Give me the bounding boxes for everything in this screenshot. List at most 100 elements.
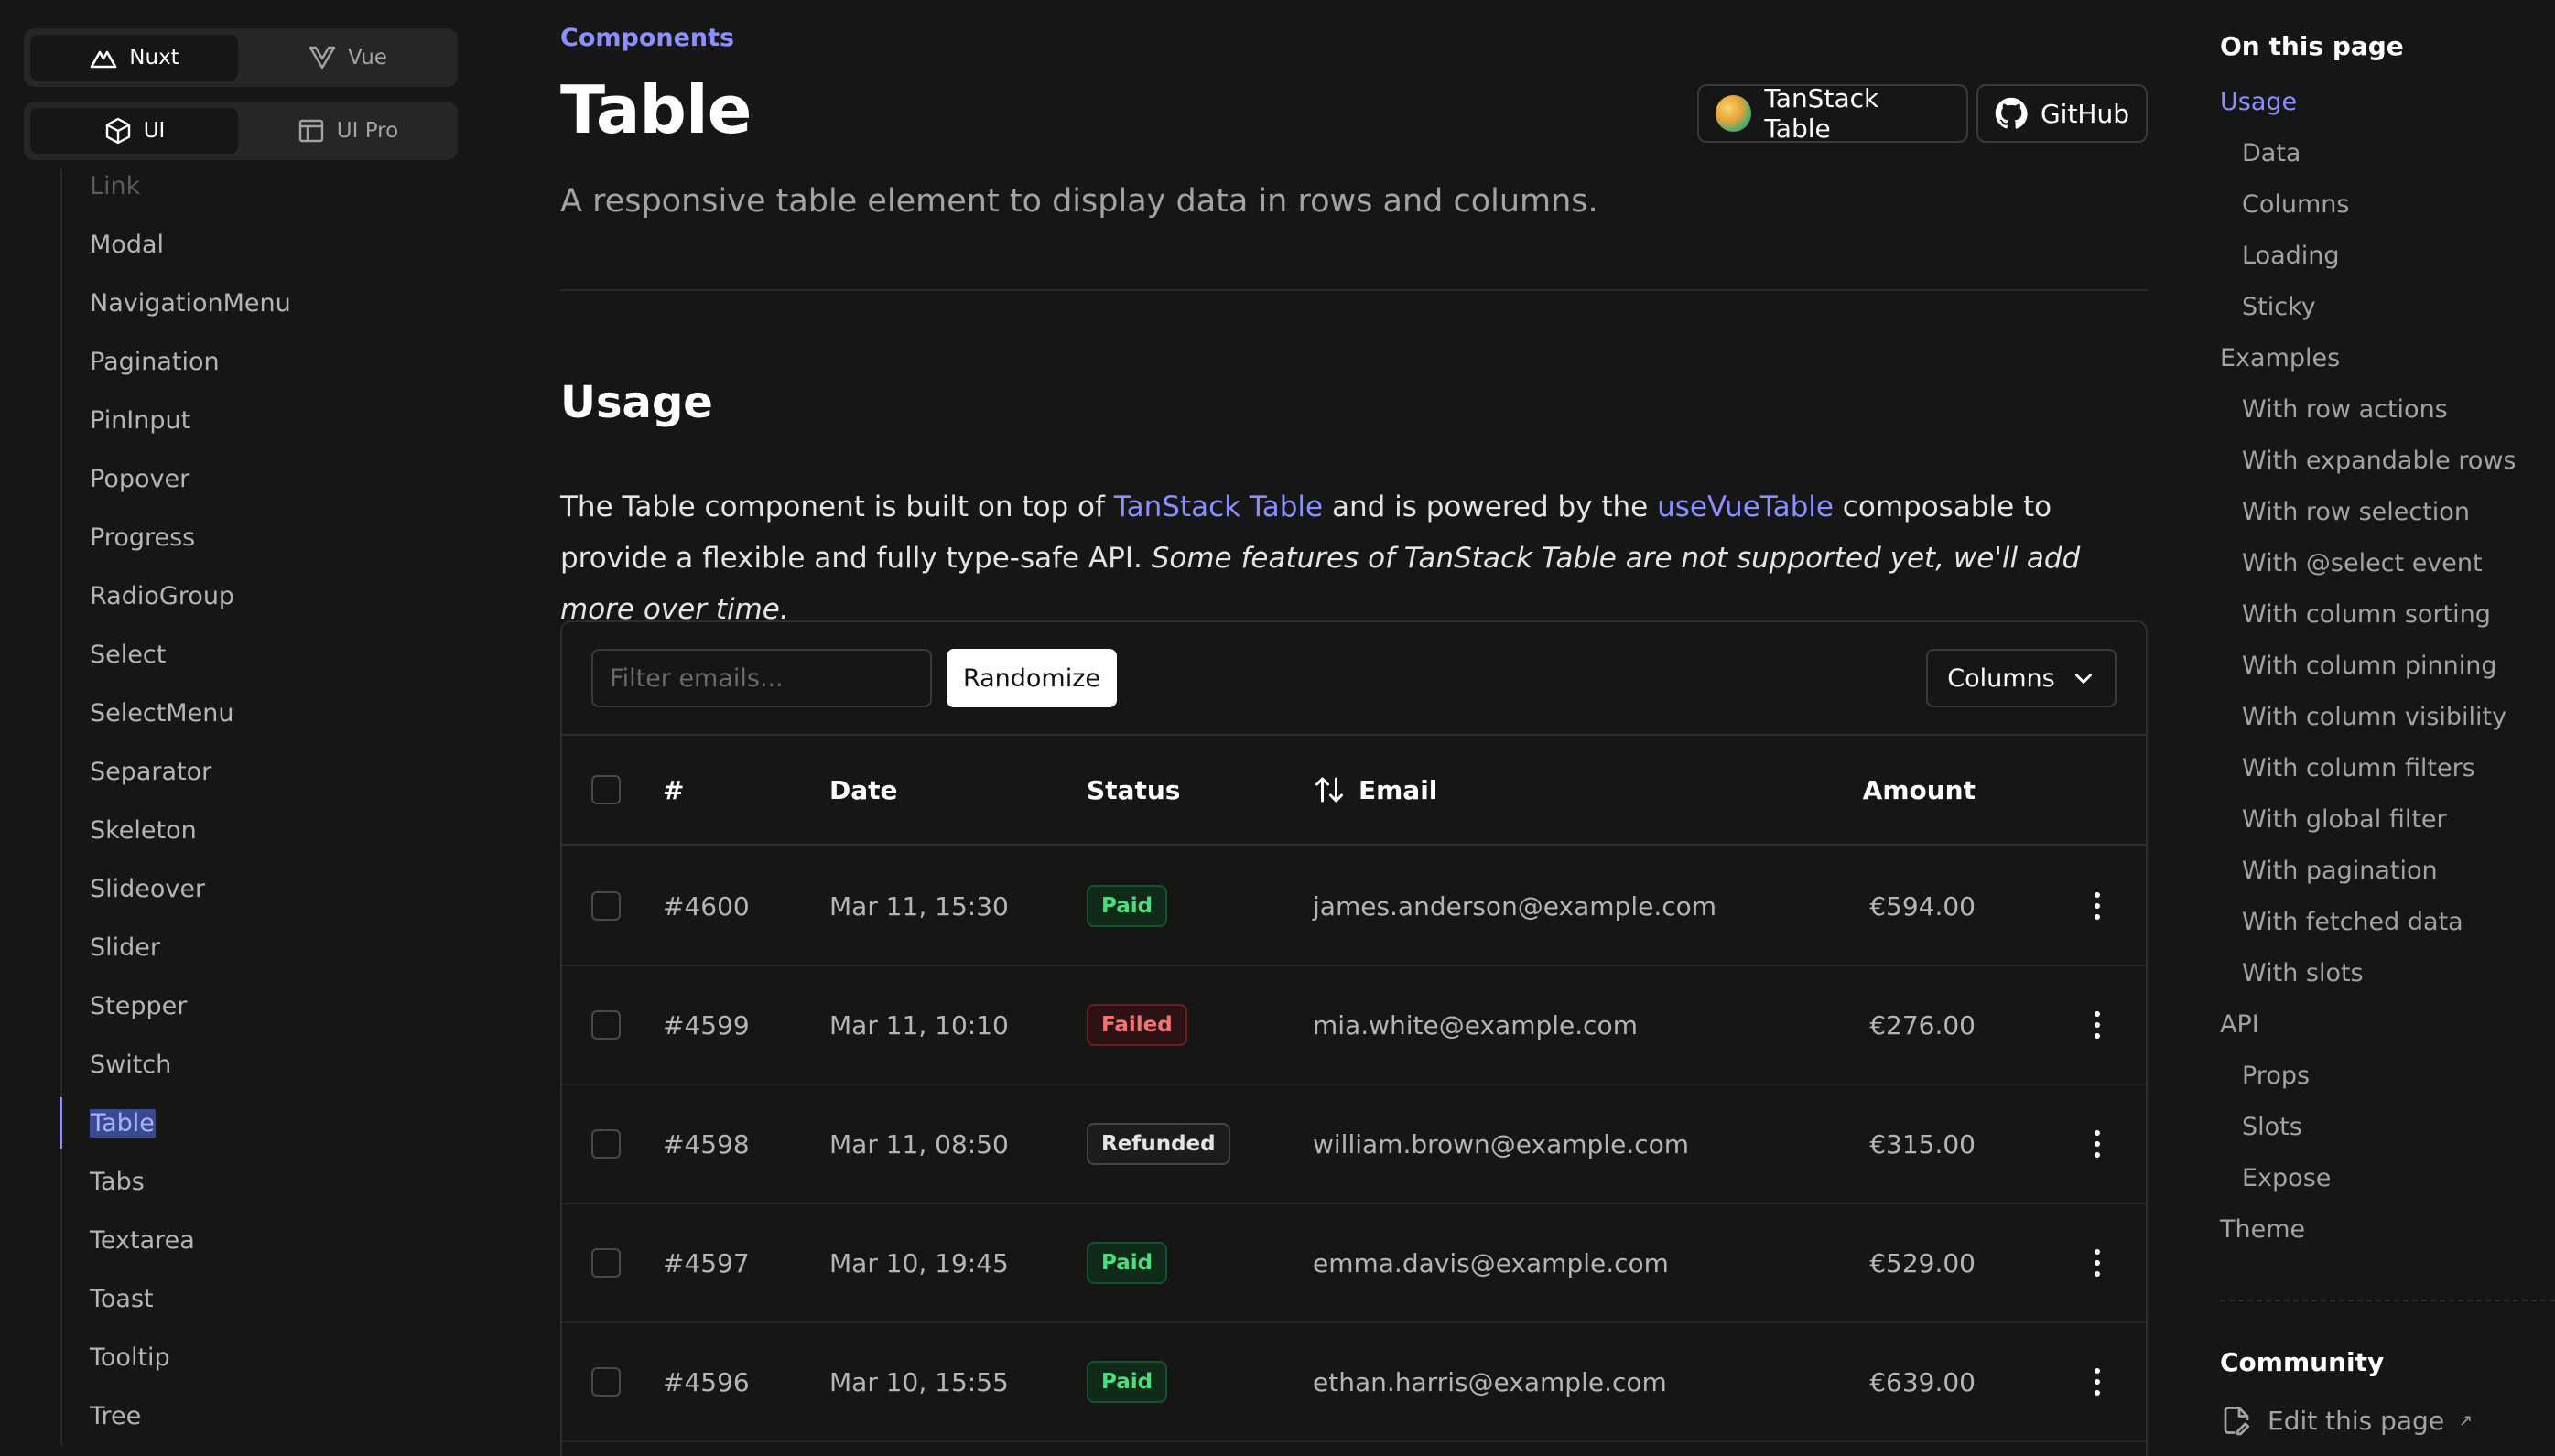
- table-row[interactable]: #4600 Mar 11, 15:30 Paid james.anderson@exa…: [562, 847, 2146, 966]
- toc-item-with-column-visibility[interactable]: With column visibility: [2242, 700, 2506, 735]
- sidebar-item-separator[interactable]: Separator: [90, 754, 211, 791]
- tanstack-table-link[interactable]: TanStack Table: [1697, 83, 1968, 144]
- product-ui-button[interactable]: UI: [30, 108, 238, 154]
- sidebar-item-stepper[interactable]: Stepper: [90, 988, 187, 1025]
- toc-item-with-column-pinning[interactable]: With column pinning: [2242, 649, 2496, 684]
- row-amount: €529.00: [1869, 1247, 1976, 1278]
- row-actions-button[interactable]: [2095, 1323, 2100, 1440]
- usevuetable-link[interactable]: useVueTable: [1657, 491, 1834, 523]
- sidebar-item-label: RadioGroup: [90, 582, 235, 610]
- toc-item-with-column-sorting[interactable]: With column sorting: [2242, 598, 2491, 632]
- header-email: Email: [1359, 774, 1438, 805]
- vue-icon: [309, 46, 336, 70]
- row-checkbox[interactable]: [591, 1129, 621, 1159]
- sidebar-item-label: Select: [90, 641, 167, 669]
- row-select-cell: [591, 1323, 621, 1440]
- sidebar-item-slideover[interactable]: Slideover: [90, 871, 205, 908]
- sidebar-item-toast[interactable]: Toast: [90, 1281, 154, 1318]
- toc-item-sticky[interactable]: Sticky: [2242, 290, 2316, 325]
- table-row[interactable]: #4599 Mar 11, 10:10 Failed mia.white@exampl…: [562, 966, 2146, 1085]
- toc-item-with-select-event[interactable]: With @select event: [2242, 546, 2483, 581]
- sidebar-item-tree[interactable]: Tree: [90, 1398, 141, 1435]
- sidebar-item-switch[interactable]: Switch: [90, 1047, 171, 1084]
- edit-this-page-link[interactable]: Edit this page ↗: [2220, 1404, 2473, 1437]
- sidebar-item-tooltip[interactable]: Tooltip: [90, 1340, 170, 1376]
- columns-dropdown-label: Columns: [1947, 663, 2055, 693]
- toc-item-props[interactable]: Props: [2242, 1059, 2310, 1094]
- toc-item-data[interactable]: Data: [2242, 136, 2301, 171]
- sidebar-item-label: Tooltip: [90, 1343, 170, 1372]
- row-checkbox[interactable]: [591, 1010, 621, 1040]
- row-checkbox[interactable]: [591, 891, 621, 921]
- toc-item-api[interactable]: API: [2220, 1008, 2259, 1042]
- toc-item-with-column-filters[interactable]: With column filters: [2242, 751, 2475, 786]
- tanstack-table-inline-link[interactable]: TanStack Table: [1114, 491, 1323, 523]
- toc-item-columns[interactable]: Columns: [2242, 188, 2349, 222]
- row-status-cell: Paid: [1087, 1204, 1168, 1321]
- breadcrumb[interactable]: Components: [560, 24, 734, 52]
- table-row[interactable]: #4597 Mar 10, 19:45 Paid emma.davis@example…: [562, 1204, 2146, 1323]
- usage-text-2: and is powered by the: [1323, 491, 1658, 523]
- filter-emails-input[interactable]: [591, 649, 932, 707]
- sidebar-item-label: Textarea: [90, 1226, 195, 1255]
- table-row[interactable]: #4598 Mar 11, 08:50 Refunded william.brown@…: [562, 1085, 2146, 1204]
- row-select-cell: [591, 847, 621, 965]
- sidebar-item-label: PinInput: [90, 406, 191, 435]
- sidebar-item-slider[interactable]: Slider: [90, 930, 160, 966]
- row-email: william.brown@example.com: [1313, 1128, 1690, 1159]
- toc-item-loading[interactable]: Loading: [2242, 239, 2340, 274]
- sidebar-item-textarea[interactable]: Textarea: [90, 1223, 195, 1259]
- sidebar-item-popover[interactable]: Popover: [90, 461, 189, 498]
- select-all-checkbox[interactable]: [591, 775, 621, 804]
- toc-item-slots[interactable]: Slots: [2242, 1110, 2302, 1145]
- row-email: ethan.harris@example.com: [1313, 1366, 1667, 1397]
- sidebar-item-modal[interactable]: Modal: [90, 227, 164, 264]
- sidebar-item-pininput[interactable]: PinInput: [90, 403, 190, 439]
- table-row[interactable]: #4596 Mar 10, 15:55 Paid ethan.harris@examp…: [562, 1323, 2146, 1442]
- toc-item-with-pagination[interactable]: With pagination: [2242, 854, 2438, 889]
- toc-item-usage[interactable]: Usage: [2220, 85, 2297, 120]
- framework-vue-button[interactable]: Vue: [244, 35, 451, 81]
- header-email-sort-button[interactable]: Email: [1313, 736, 1437, 844]
- chevron-down-icon: [2074, 674, 2092, 684]
- sidebar-item-link[interactable]: Link: [90, 168, 140, 205]
- row-checkbox[interactable]: [591, 1248, 621, 1278]
- row-actions-button[interactable]: [2095, 847, 2100, 965]
- sidebar-item-label: Switch: [90, 1051, 172, 1079]
- toc-item-with-row-selection[interactable]: With row selection: [2242, 495, 2470, 530]
- sidebar-item-label: Stepper: [90, 992, 188, 1020]
- row-actions-button[interactable]: [2095, 1085, 2100, 1203]
- columns-dropdown-button[interactable]: Columns: [1926, 649, 2117, 707]
- sidebar-item-pagination[interactable]: Pagination: [90, 344, 220, 381]
- toc-item-with-slots[interactable]: With slots: [2242, 956, 2364, 991]
- sidebar-item-table[interactable]: Table: [90, 1105, 156, 1142]
- framework-nuxt-button[interactable]: Nuxt: [30, 35, 238, 81]
- sidebar-item-selectmenu[interactable]: SelectMenu: [90, 696, 233, 732]
- sidebar-item-radiogroup[interactable]: RadioGroup: [90, 578, 234, 615]
- toc-item-expose[interactable]: Expose: [2242, 1161, 2331, 1196]
- row-checkbox[interactable]: [591, 1367, 621, 1397]
- sidebar-item-select[interactable]: Select: [90, 637, 166, 674]
- randomize-button[interactable]: Randomize: [947, 649, 1117, 707]
- toc-title: On this page: [2220, 31, 2404, 61]
- toc-item-with-global-filter[interactable]: With global filter: [2242, 803, 2447, 837]
- github-link[interactable]: GitHub: [1976, 84, 2148, 143]
- sidebar-item-navigationmenu[interactable]: NavigationMenu: [90, 286, 291, 322]
- nuxt-icon: [90, 50, 117, 69]
- product-ui-pro-button[interactable]: UI Pro: [244, 108, 451, 154]
- toc-item-with-fetched-data[interactable]: With fetched data: [2242, 905, 2463, 940]
- select-all-cell: [591, 736, 621, 844]
- tanstack-link-label: TanStack Table: [1764, 83, 1879, 144]
- row-date: Mar 11, 15:30: [829, 890, 1009, 922]
- toc-item-theme[interactable]: Theme: [2220, 1213, 2305, 1247]
- row-actions-button[interactable]: [2095, 966, 2100, 1084]
- sidebar-item-progress[interactable]: Progress: [90, 520, 195, 556]
- sidebar-item-skeleton[interactable]: Skeleton: [90, 813, 197, 849]
- sidebar-item-tabs[interactable]: Tabs: [90, 1164, 145, 1201]
- toc-item-with-expandable-rows[interactable]: With expandable rows: [2242, 444, 2517, 479]
- toc-item-with-row-actions[interactable]: With row actions: [2242, 393, 2448, 427]
- row-id: #4599: [663, 1009, 750, 1041]
- toc-item-examples[interactable]: Examples: [2220, 341, 2340, 376]
- row-actions-button[interactable]: [2095, 1204, 2100, 1321]
- row-date: Mar 10, 19:45: [829, 1247, 1009, 1278]
